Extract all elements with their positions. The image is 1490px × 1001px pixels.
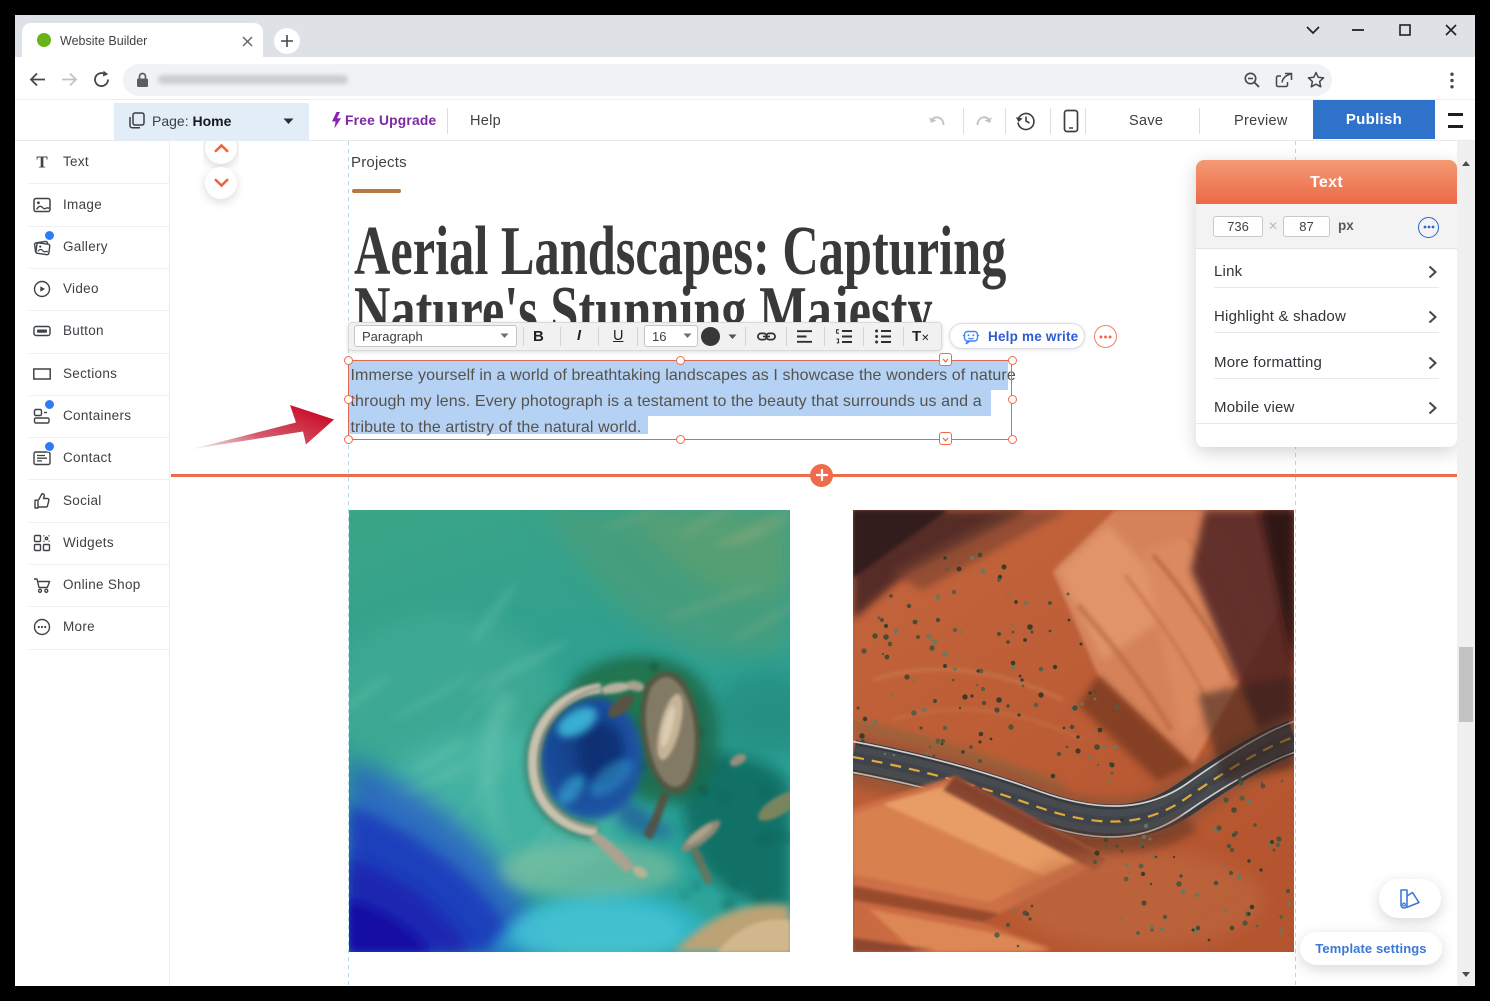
svg-text:T: T	[36, 153, 48, 171]
